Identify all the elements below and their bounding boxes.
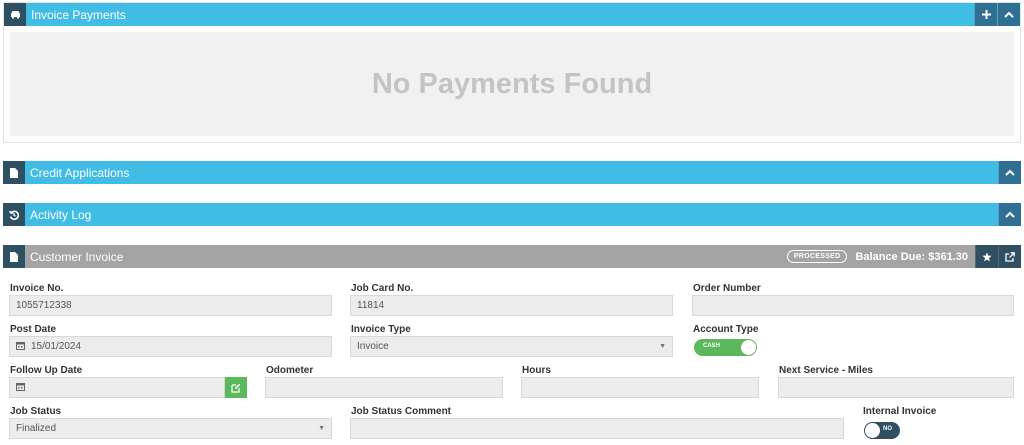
no-payments-message: No Payments Found (10, 32, 1014, 136)
credit-applications-title: Credit Applications (30, 165, 130, 180)
order-number-field[interactable] (692, 295, 1014, 316)
add-payment-button[interactable] (974, 3, 997, 26)
job-status-comment-label: Job Status Comment (351, 406, 452, 417)
order-number-label: Order Number (693, 283, 761, 294)
star-icon (982, 252, 992, 261)
balance-due: Balance Due: $361.30 (855, 250, 968, 263)
invoice-type-select[interactable]: Invoice ▼ (350, 336, 673, 357)
customer-invoice-title: Customer Invoice (30, 249, 124, 264)
credit-applications-panel: Credit Applications (3, 161, 1021, 185)
account-type-label: Account Type (693, 324, 759, 335)
car-icon (4, 3, 26, 26)
follow-up-date-label: Follow Up Date (10, 365, 83, 376)
job-status-select[interactable]: Finalized ▼ (9, 418, 332, 439)
invoice-payments-header[interactable]: Invoice Payments (4, 3, 1020, 26)
collapse-payments-button[interactable] (997, 3, 1020, 26)
post-date-label: Post Date (10, 324, 57, 335)
internal-invoice-label: Internal Invoice (863, 406, 937, 417)
hours-label: Hours (522, 365, 551, 376)
invoice-no-field[interactable]: 1055712338 (9, 295, 332, 316)
invoice-type-value: Invoice (357, 341, 389, 352)
collapse-activity-button[interactable] (998, 203, 1021, 226)
post-date-field[interactable]: 15/01/2024 (9, 336, 332, 357)
next-service-label: Next Service - Miles (779, 365, 873, 376)
calendar-icon (16, 382, 25, 393)
caret-down-icon: ▼ (659, 343, 666, 350)
post-date-value: 15/01/2024 (31, 341, 82, 352)
toggle-knob (865, 423, 880, 438)
favorite-button[interactable] (975, 245, 998, 268)
customer-invoice-header[interactable]: Customer Invoice PROCESSED Balance Due: … (3, 245, 1021, 268)
activity-log-panel: Activity Log (3, 203, 1021, 227)
caret-down-icon: ▼ (318, 425, 325, 432)
job-status-comment-field[interactable] (350, 418, 844, 439)
invoice-payments-panel: Invoice Payments No Payments Found (3, 2, 1021, 143)
activity-log-title: Activity Log (30, 207, 92, 222)
job-card-no-label: Job Card No. (351, 283, 414, 294)
account-type-value: CASH (703, 343, 721, 349)
file-icon (3, 161, 25, 184)
odometer-field[interactable] (265, 377, 503, 398)
calendar-icon (16, 341, 25, 352)
job-card-no-field[interactable]: 11814 (350, 295, 673, 316)
chevron-up-icon (1004, 11, 1014, 18)
chevron-up-icon (1005, 169, 1015, 176)
edit-icon (231, 383, 241, 393)
collapse-credit-button[interactable] (998, 161, 1021, 184)
job-status-label: Job Status (10, 406, 62, 417)
file-icon (3, 245, 25, 268)
next-service-field[interactable] (778, 377, 1014, 398)
chevron-up-icon (1005, 211, 1015, 218)
invoice-payments-title: Invoice Payments (31, 7, 126, 22)
hours-field[interactable] (521, 377, 759, 398)
open-external-button[interactable] (998, 245, 1021, 268)
account-type-toggle[interactable]: CASH (694, 339, 757, 356)
odometer-label: Odometer (266, 365, 314, 376)
follow-up-date-field[interactable] (9, 377, 225, 398)
internal-invoice-toggle[interactable]: NO (864, 422, 900, 439)
history-icon (3, 203, 25, 226)
external-link-icon (1005, 251, 1015, 262)
invoice-no-label: Invoice No. (10, 283, 64, 294)
toggle-knob (741, 340, 756, 355)
plus-icon (981, 10, 991, 19)
job-status-value: Finalized (16, 423, 57, 434)
credit-applications-header[interactable]: Credit Applications (3, 161, 1021, 184)
edit-follow-up-button[interactable] (225, 377, 247, 398)
internal-invoice-value: NO (883, 426, 892, 432)
invoice-type-label: Invoice Type (351, 324, 411, 335)
status-badge: PROCESSED (786, 250, 848, 263)
activity-log-header[interactable]: Activity Log (3, 203, 1021, 226)
